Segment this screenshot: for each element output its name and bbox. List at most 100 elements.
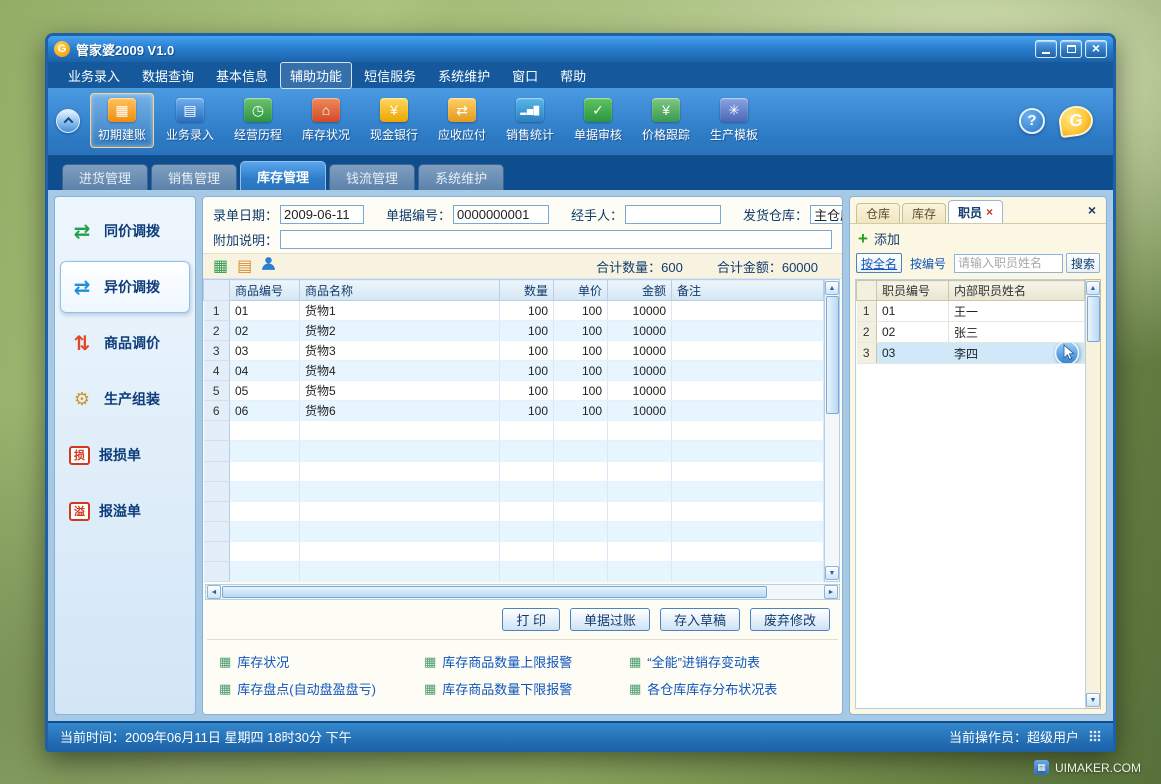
grid-cell[interactable]: 04 [230,361,300,381]
grid-cell[interactable] [554,421,608,441]
grid-cell[interactable] [300,481,500,501]
menu-item-6[interactable]: 系统维护 [428,62,500,89]
tab-close-icon[interactable] [986,205,993,219]
grid-cell[interactable]: 10000 [608,341,672,361]
grid-cell[interactable] [608,481,672,501]
discard-changes-button[interactable]: 废弃修改 [750,608,830,631]
grid-cell[interactable] [300,521,500,541]
sidebar-item-1[interactable]: 同价调拨 [60,205,190,257]
grid-row-1[interactable]: 101货物110010010000 [204,301,824,321]
report-link-2[interactable]: 库存盘点(自动盘盈盘亏) [219,679,416,698]
grid-cell[interactable] [230,561,300,581]
grid-cell[interactable]: 100 [554,381,608,401]
staff-cell[interactable]: 张三 [949,322,1085,343]
panel-vertical-scrollbar[interactable] [1086,279,1101,709]
grid-cell[interactable] [554,501,608,521]
resize-grip[interactable] [1089,730,1101,742]
grid-row-2[interactable]: 202货物210010010000 [204,321,824,341]
sidebar-item-2[interactable]: 异价调拨 [60,261,190,313]
toolbar-button-8[interactable]: 单据审核 [566,93,630,148]
toolbar-button-7[interactable]: 销售统计 [498,93,562,148]
grid-cell[interactable]: 100 [554,301,608,321]
grid-cell[interactable] [554,481,608,501]
grid-cell[interactable]: 100 [500,381,554,401]
empty-grid-row[interactable] [204,441,824,461]
grid-cell[interactable] [672,541,824,561]
grid-table-icon[interactable] [213,256,228,276]
grid-cell[interactable] [230,421,300,441]
grid-cell[interactable]: 100 [500,361,554,381]
toolbar-button-9[interactable]: 价格跟踪 [634,93,698,148]
person-icon[interactable] [261,256,276,276]
staff-row-2[interactable]: 202张三 [857,322,1085,343]
empty-grid-row[interactable] [204,501,824,521]
sidebar-item-3[interactable]: 商品调价 [60,317,190,369]
warehouse-input[interactable] [810,205,843,224]
grid-cell[interactable] [230,441,300,461]
grid-cell[interactable]: 货物6 [300,401,500,421]
grid-cell[interactable]: 10000 [608,401,672,421]
grid-cell[interactable]: 100 [500,401,554,421]
toolbar-button-5[interactable]: 现金银行 [362,93,426,148]
staff-cell[interactable]: 03 [877,343,949,364]
grid-cell[interactable] [300,421,500,441]
search-button[interactable]: 搜索 [1066,253,1100,273]
minimize-button[interactable] [1035,40,1057,58]
grid-cell[interactable] [672,461,824,481]
menu-item-5[interactable]: 短信服务 [354,62,426,89]
grid-cell[interactable] [500,521,554,541]
order-date-input[interactable] [280,205,364,224]
grid-cell[interactable]: 03 [230,341,300,361]
grid-cell[interactable]: 货物5 [300,381,500,401]
staff-cell[interactable]: 王一 [949,301,1085,322]
grid-cell[interactable]: 货物2 [300,321,500,341]
grid-cell[interactable] [554,441,608,461]
grid-cell[interactable] [500,561,554,581]
grid-cell[interactable] [672,381,824,401]
report-link-6[interactable]: 各仓库库存分布状况表 [629,679,826,698]
grid-cell[interactable] [608,441,672,461]
module-tab-5[interactable]: 系统维护 [418,164,504,190]
grid-cell[interactable] [608,461,672,481]
grid-cell[interactable] [500,461,554,481]
menu-item-8[interactable]: 帮助 [550,62,596,89]
toolbar-button-2[interactable]: 业务录入 [158,93,222,148]
panel-tab-3[interactable]: 职员 [948,200,1003,223]
panel-close-icon[interactable] [1084,201,1100,221]
grid-cell[interactable]: 10000 [608,381,672,401]
grid-cell[interactable]: 06 [230,401,300,421]
staff-cell[interactable]: 01 [877,301,949,322]
grid-cell[interactable] [230,481,300,501]
empty-grid-row[interactable] [204,561,824,581]
scroll-up-arrow[interactable] [825,281,839,295]
grid-cell[interactable]: 01 [230,301,300,321]
module-tab-2[interactable]: 销售管理 [151,164,237,190]
grid-cell[interactable]: 10000 [608,301,672,321]
filter-by-number-button[interactable]: 按编号 [905,253,951,273]
empty-grid-row[interactable] [204,541,824,561]
collapse-toolbar-button[interactable] [56,109,80,133]
scroll-right-arrow[interactable] [824,585,838,599]
grid-cell[interactable] [672,341,824,361]
grid-row-4[interactable]: 404货物410010010000 [204,361,824,381]
grid-cell[interactable] [300,541,500,561]
grid-cell[interactable]: 05 [230,381,300,401]
menu-item-4[interactable]: 辅助功能 [280,62,352,89]
empty-grid-row[interactable] [204,481,824,501]
grid-cell[interactable] [554,521,608,541]
panel-scroll-thumb[interactable] [1087,296,1100,342]
vertical-scrollbar[interactable] [824,279,840,582]
scroll-thumb[interactable] [826,296,839,414]
sidebar-item-4[interactable]: 生产组装 [60,373,190,425]
scroll-left-arrow[interactable] [207,585,221,599]
menu-item-7[interactable]: 窗口 [502,62,548,89]
grid-cell[interactable] [608,521,672,541]
grid-cell[interactable] [554,561,608,581]
staff-row-3[interactable]: 303李四 [857,343,1085,364]
grid-cell[interactable] [554,541,608,561]
grid-cell[interactable] [500,481,554,501]
grid-cell[interactable]: 100 [554,341,608,361]
grid-cell[interactable] [672,401,824,421]
calculator-icon[interactable] [237,256,252,276]
grid-cell[interactable] [554,461,608,481]
